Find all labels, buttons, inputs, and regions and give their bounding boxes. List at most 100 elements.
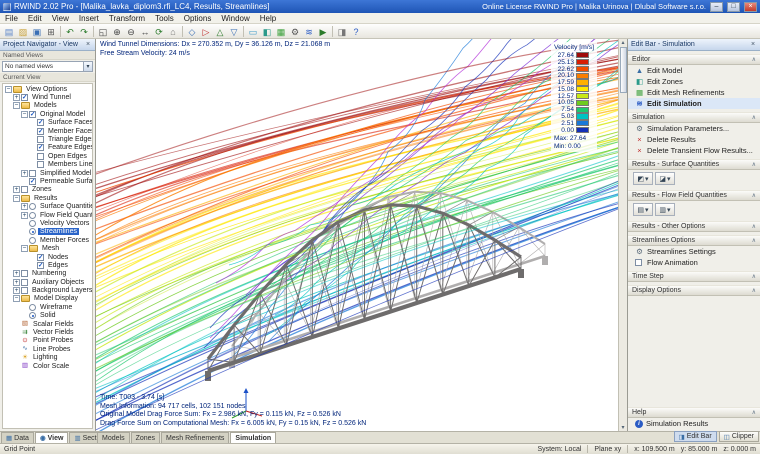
- checkbox[interactable]: ✓: [37, 253, 44, 261]
- checkbox[interactable]: [29, 169, 36, 177]
- wind-tunnel-icon[interactable]: ▭: [246, 25, 260, 38]
- menu-window[interactable]: Window: [216, 13, 254, 23]
- collapse-icon[interactable]: ∧: [752, 192, 756, 199]
- section-header-streamlines-options[interactable]: Streamlines Options ∧: [628, 235, 760, 246]
- menu-options[interactable]: Options: [179, 13, 217, 23]
- checkbox[interactable]: ✓: [37, 144, 44, 152]
- tree-expander-icon[interactable]: +: [13, 186, 20, 194]
- scroll-up-icon[interactable]: ▴: [621, 39, 624, 46]
- radio-button[interactable]: [29, 219, 36, 227]
- section-header-time-step[interactable]: Time Step ∧: [628, 271, 760, 282]
- scroll-down-icon[interactable]: ▾: [621, 424, 624, 431]
- redo-icon[interactable]: ↷: [77, 25, 91, 38]
- menu-help[interactable]: Help: [255, 13, 281, 23]
- print-icon[interactable]: ⊞: [44, 25, 58, 38]
- radio-button[interactable]: [29, 211, 36, 219]
- flow-animation-button[interactable]: Flow Animation: [628, 257, 760, 268]
- flow-field-slicer-button[interactable]: ▤ ▾: [633, 203, 653, 216]
- rotate-view-icon[interactable]: ⟳: [152, 25, 166, 38]
- collapse-icon[interactable]: ∧: [752, 161, 756, 168]
- pan-icon[interactable]: ↔: [138, 25, 152, 38]
- tree-item-results[interactable]: − Results: [3, 194, 92, 202]
- maximize-button[interactable]: □: [727, 1, 740, 12]
- collapse-icon[interactable]: ∧: [752, 409, 756, 416]
- tab-edit-bar[interactable]: ◨ Edit Bar: [673, 431, 717, 442]
- tree-item-solid[interactable]: Solid: [3, 312, 92, 320]
- undo-icon[interactable]: ↶: [63, 25, 77, 38]
- delete-transient-flow-results-button[interactable]: × Delete Transient Flow Results...: [628, 145, 760, 156]
- collapse-icon[interactable]: ∧: [752, 223, 756, 230]
- tree-item-surface-quantities[interactable]: + Surface Quantities: [3, 202, 92, 211]
- section-header-results-surface-quantities[interactable]: Results - Surface Quantities ∧: [628, 159, 760, 170]
- checkbox[interactable]: ✓: [29, 110, 36, 118]
- tree-expander-icon[interactable]: +: [21, 211, 28, 219]
- tree-item-member-faces[interactable]: ✓ Member Faces: [3, 127, 92, 135]
- tree-item-flow-field-quantities[interactable]: + Flow Field Quantities: [3, 211, 92, 219]
- tree-expander-icon[interactable]: −: [21, 110, 28, 118]
- zoom-in-icon[interactable]: ⊕: [110, 25, 124, 38]
- close-edit-bar-icon[interactable]: ×: [749, 41, 757, 48]
- tree-item-feature-edges[interactable]: ✓ Feature Edges: [3, 144, 92, 152]
- mesh-refinements-icon[interactable]: ▦: [274, 25, 288, 38]
- menu-transform[interactable]: Transform: [104, 13, 150, 23]
- tree-item-line-probes[interactable]: ∿ Line Probes: [3, 345, 92, 353]
- help-icon[interactable]: ?: [349, 25, 363, 38]
- tree-expander-icon[interactable]: +: [13, 278, 20, 286]
- section-header-help[interactable]: Help ∧: [628, 407, 760, 418]
- scrollbar-thumb[interactable]: [619, 47, 627, 93]
- work-plane[interactable]: Plane xy: [594, 446, 621, 453]
- tree-item-background-layers[interactable]: + Background Layers: [3, 286, 92, 295]
- close-button[interactable]: ×: [744, 1, 757, 12]
- close-navigator-icon[interactable]: ×: [84, 41, 92, 48]
- checkbox[interactable]: [21, 278, 28, 286]
- tab-models[interactable]: Models: [97, 432, 130, 443]
- checkbox[interactable]: ✓: [29, 177, 36, 185]
- tree-expander-icon[interactable]: −: [5, 85, 12, 93]
- checkbox[interactable]: [635, 259, 642, 266]
- tree-expander-icon[interactable]: −: [13, 102, 20, 110]
- tree-expander-icon[interactable]: +: [13, 287, 20, 295]
- display-properties-icon[interactable]: ◨: [335, 25, 349, 38]
- radio-button[interactable]: [29, 203, 36, 211]
- tree-expander-icon[interactable]: −: [21, 245, 28, 253]
- tab-zones[interactable]: Zones: [130, 432, 161, 443]
- new-file-icon[interactable]: ▤: [2, 25, 16, 38]
- checkbox[interactable]: ✓: [37, 119, 44, 127]
- tree-expander-icon[interactable]: −: [13, 194, 20, 202]
- checkbox[interactable]: [21, 287, 28, 295]
- tree-expander-icon[interactable]: +: [13, 270, 20, 278]
- viewport-scrollbar[interactable]: ▴ ▾: [618, 39, 627, 431]
- home-view-icon[interactable]: ⌂: [166, 25, 180, 38]
- viewport[interactable]: Wind Tunnel Dimensions: Dx = 270.352 m, …: [96, 39, 627, 431]
- radio-button[interactable]: [29, 228, 36, 236]
- tab-view[interactable]: ◉ View: [34, 432, 69, 443]
- tab-data[interactable]: ▦ Data: [1, 432, 34, 443]
- section-header-results-flow-field-quantities[interactable]: Results - Flow Field Quantities ∧: [628, 190, 760, 201]
- delete-results-button[interactable]: × Delete Results: [628, 134, 760, 145]
- flow-field-vectors-button[interactable]: ▥ ▾: [655, 203, 675, 216]
- collapse-icon[interactable]: ∧: [752, 56, 756, 63]
- streamlines-settings-button[interactable]: ⚙ Streamlines Settings: [628, 246, 760, 257]
- section-header-display-options[interactable]: Display Options ∧: [628, 285, 760, 296]
- open-file-icon[interactable]: ▨: [16, 25, 30, 38]
- collapse-icon[interactable]: ∧: [752, 287, 756, 294]
- tree-item-simplified-model[interactable]: + Simplified Model: [3, 169, 92, 177]
- tree-expander-icon[interactable]: −: [13, 295, 20, 303]
- section-header-simulation[interactable]: Simulation ∧: [628, 112, 760, 123]
- checkbox[interactable]: [37, 152, 44, 160]
- tree-item-view-options[interactable]: − View Options: [3, 85, 92, 93]
- coordinate-system[interactable]: System: Local: [537, 446, 581, 453]
- tree-item-surface-faces[interactable]: ✓ Surface Faces: [3, 119, 92, 127]
- minimize-button[interactable]: –: [710, 1, 723, 12]
- simulation-parameters-icon[interactable]: ⚙: [288, 25, 302, 38]
- tree-expander-icon[interactable]: +: [13, 94, 20, 102]
- tree-item-triangle-edges[interactable]: Triangle Edges: [3, 135, 92, 144]
- menu-view[interactable]: View: [47, 13, 74, 23]
- tree-item-vector-fields[interactable]: ⇉ Vector Fields: [3, 328, 92, 337]
- edit-model-button[interactable]: ▲ Edit Model: [628, 65, 760, 76]
- surface-velocity-quantity-button[interactable]: ◪ ▾: [655, 172, 675, 185]
- menu-insert[interactable]: Insert: [74, 13, 104, 23]
- viewport-canvas[interactable]: [96, 39, 627, 431]
- collapse-icon[interactable]: ∧: [752, 114, 756, 121]
- collapse-icon[interactable]: ∧: [752, 273, 756, 280]
